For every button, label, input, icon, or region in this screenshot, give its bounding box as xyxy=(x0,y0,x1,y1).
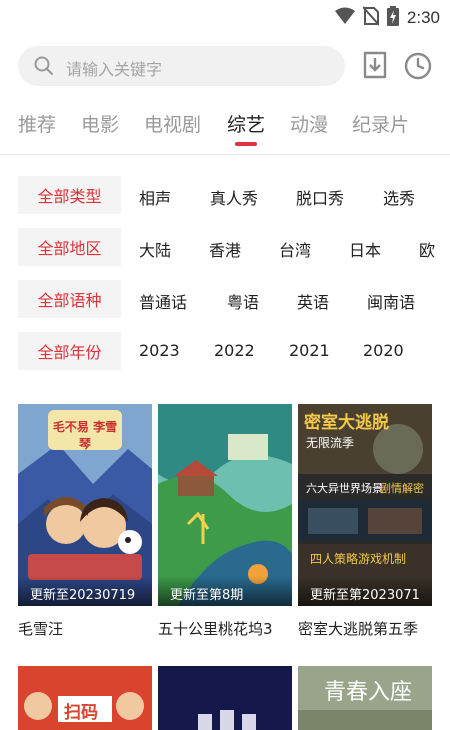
status-bar: 2:30 xyxy=(0,0,450,36)
filter-option[interactable]: 普通话 xyxy=(139,289,187,313)
filter-option[interactable]: 相声 xyxy=(139,185,171,209)
active-tab-indicator xyxy=(235,142,257,146)
download-button[interactable] xyxy=(359,49,391,83)
filter-option[interactable]: 台湾 xyxy=(279,237,311,261)
show-title[interactable]: 密室大逃脱第五季 xyxy=(298,618,436,639)
filter-option[interactable]: 香港 xyxy=(209,237,241,261)
tab-tv-series[interactable]: 电视剧 xyxy=(144,110,201,137)
poster-image[interactable]: 青春入座 xyxy=(298,666,432,730)
filter-option[interactable]: 2023 xyxy=(139,341,180,360)
filter-row-language: 全部语种 普通话 粤语 英语 闽南语 xyxy=(18,280,450,318)
status-time: 2:30 xyxy=(406,8,440,27)
filter-option[interactable]: 2022 xyxy=(214,341,255,360)
filter-option[interactable]: 欧 xyxy=(419,237,435,261)
filter-option[interactable]: 粤语 xyxy=(227,289,259,313)
poster-title-text: 毛不易 李雪琴 xyxy=(52,420,118,451)
poster-feature-text: 六大异世界场景 xyxy=(306,482,383,495)
filter-row-region: 全部地区 大陆 香港 台湾 日本 欧 xyxy=(18,228,450,266)
filter-region-scroll[interactable]: 全部地区 大陆 香港 台湾 日本 欧 xyxy=(18,228,450,266)
poster-image[interactable] xyxy=(158,666,292,730)
filter-type-all[interactable]: 全部类型 xyxy=(18,176,121,214)
history-button[interactable] xyxy=(403,51,433,81)
show-title[interactable]: 毛雪汪 xyxy=(18,618,156,639)
filter-option[interactable]: 2021 xyxy=(289,341,330,360)
filter-option[interactable]: 选秀 xyxy=(383,185,415,209)
poster-title-text: 青春入座 xyxy=(324,680,413,705)
poster-image[interactable]: 毛不易 李雪琴 更新至20230719 xyxy=(18,404,152,606)
poster-feature-text: 剧情解密 xyxy=(380,482,424,495)
filter-option[interactable]: 闽南语 xyxy=(367,289,415,313)
download-icon xyxy=(359,51,391,87)
clock-icon xyxy=(403,52,433,85)
poster-image[interactable]: 密室大逃脱 无限流季 六大异世界场景 剧情解密 四人策略游戏机制 更新至第202… xyxy=(298,404,432,606)
no-sim-icon xyxy=(362,6,380,30)
poster-image[interactable]: 扫码 xyxy=(18,666,152,730)
filter-language-all[interactable]: 全部语种 xyxy=(18,280,121,318)
update-badge: 更新至第2023071 xyxy=(298,576,432,606)
filter-row-type: 全部类型 相声 真人秀 脱口秀 选秀 xyxy=(18,176,450,214)
wifi-icon xyxy=(334,7,355,29)
tab-recommend[interactable]: 推荐 xyxy=(18,110,56,137)
filter-option[interactable]: 大陆 xyxy=(139,237,171,261)
filter-option[interactable]: 脱口秀 xyxy=(296,185,344,209)
category-tabs: 推荐 电影 电视剧 综艺 动漫 纪录片 xyxy=(0,104,450,150)
poster-feature-text: 四人策略游戏机制 xyxy=(310,552,407,566)
poster-title-text: 扫码 xyxy=(64,703,98,723)
filter-option[interactable]: 英语 xyxy=(297,289,329,313)
tab-variety[interactable]: 综艺 xyxy=(227,110,265,137)
filter-region-all[interactable]: 全部地区 xyxy=(18,228,121,266)
tab-anime[interactable]: 动漫 xyxy=(290,110,328,137)
filter-row-year: 全部年份 2023 2022 2021 2020 xyxy=(18,332,450,370)
tab-movies[interactable]: 电影 xyxy=(81,110,119,137)
filter-year-all[interactable]: 全部年份 xyxy=(18,332,121,370)
update-badge: 更新至20230719 xyxy=(18,576,152,606)
search-placeholder: 请输入关键字 xyxy=(66,60,163,79)
filter-option[interactable]: 2020 xyxy=(363,341,404,360)
search-icon xyxy=(34,56,54,80)
poster-subtitle-text: 无限流季 xyxy=(306,436,355,450)
filter-option[interactable]: 真人秀 xyxy=(210,185,258,209)
show-title[interactable]: 五十公里桃花坞3 xyxy=(158,618,296,639)
filter-option[interactable]: 日本 xyxy=(349,237,381,261)
search-row: 请输入关键字 xyxy=(18,46,438,86)
tab-documentary[interactable]: 纪录片 xyxy=(352,110,409,137)
poster-title-text: 密室大逃脱 xyxy=(304,413,389,433)
battery-charging-icon xyxy=(386,6,399,30)
tabs-divider xyxy=(0,154,450,155)
poster-image[interactable]: 更新至第8期 xyxy=(158,404,292,606)
update-badge: 更新至第8期 xyxy=(158,576,292,606)
search-input[interactable]: 请输入关键字 xyxy=(18,46,345,86)
status-icons: 2:30 xyxy=(334,6,440,30)
